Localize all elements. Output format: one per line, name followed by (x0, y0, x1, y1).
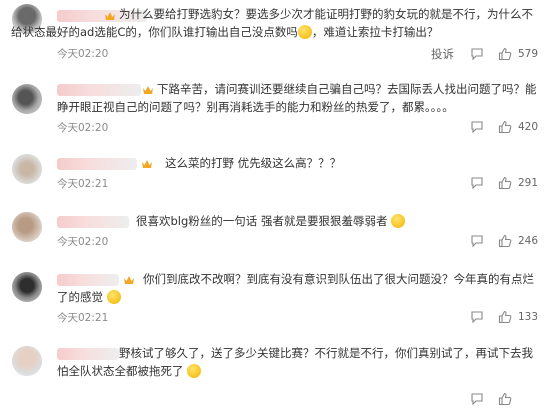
username-blurred[interactable] (57, 158, 137, 170)
thumbs-up-icon[interactable] (498, 392, 512, 406)
thumbs-up-icon[interactable] (498, 176, 512, 190)
like-count: 246 (518, 235, 539, 247)
comment-text: 野核试了够久了，送了多少关键比赛？不行就是不行，你们真别试了，再试下去我怕全队状… (57, 346, 533, 378)
comment-text: 你们到底改不改啊？到底有没有意识到队伍出了很大问题没？今年真的有点烂了的感觉 (57, 272, 534, 304)
report-button[interactable]: 投诉 (431, 46, 454, 62)
comment-item: 这么菜的打野 优先级这么高？？？ 今天02:21 291 (0, 152, 550, 194)
reply-icon[interactable] (470, 176, 484, 190)
like-count: 420 (518, 121, 539, 133)
reply-icon[interactable] (470, 120, 484, 134)
reply-icon[interactable] (470, 310, 484, 324)
thumbs-up-icon[interactable] (498, 47, 512, 61)
avatar[interactable] (12, 84, 42, 114)
thumbs-down-emoji-icon (187, 364, 202, 378)
like-count: 291 (518, 177, 539, 189)
comment-text: 这么菜的打野 优先级这么高？？？ (165, 156, 342, 170)
like-count: 133 (518, 311, 539, 323)
comment-text: 为什么要给打野选豹女？要选多少次才能证明打野的豹女玩的就是不行，为什么不给状态最… (11, 7, 533, 39)
laughing-emoji-icon (391, 214, 406, 228)
comment-time: 今天02:21 (57, 178, 109, 190)
comment-time: 今天02:21 (57, 312, 109, 324)
vip-crown-icon (142, 160, 152, 168)
reply-icon[interactable] (470, 392, 484, 406)
thumbs-up-icon[interactable] (498, 120, 512, 134)
comment-item: 野核试了够久了，送了多少关键比赛？不行就是不行，你们真别试了，再试下去我怕全队状… (0, 340, 550, 407)
comment-item: 你们到底改不改啊？到底有没有意识到队伍出了很大问题没？今年真的有点烂了的感觉 今… (0, 270, 550, 332)
comment-time: 今天02:20 (57, 48, 109, 60)
comment-item: 下路辛苦，请问赛训还要继续自己骗自己吗？去国际丢人找出问题了吗？能睁开眼正视自己… (0, 78, 550, 140)
avatar[interactable] (12, 272, 42, 302)
reply-icon[interactable] (470, 234, 484, 248)
comment-item: 很喜欢blg粉丝的一句话 强者就是要狠狠羞辱弱者 今天02:20 246 (0, 212, 550, 254)
comment-text: 下路辛苦，请问赛训还要继续自己骗自己吗？去国际丢人找出问题了吗？能睁开眼正视自己… (57, 82, 537, 114)
username-blurred[interactable] (57, 216, 129, 228)
comment-time: 今天02:20 (57, 122, 109, 134)
thinking-emoji-icon (297, 25, 312, 39)
comment-text: 很喜欢blg粉丝的一句话 强者就是要狠狠羞辱弱者 (136, 212, 540, 230)
like-count: 579 (518, 48, 539, 60)
comment-item: 为什么要给打野选豹女？要选多少次才能证明打野的豹女玩的就是不行，为什么不给状态最… (0, 0, 550, 68)
avatar[interactable] (12, 346, 42, 376)
grin-emoji-icon (106, 290, 121, 304)
comment-time: 今天02:20 (57, 236, 109, 248)
reply-icon[interactable] (470, 47, 484, 61)
thumbs-up-icon[interactable] (498, 310, 512, 324)
thumbs-up-icon[interactable] (498, 234, 512, 248)
